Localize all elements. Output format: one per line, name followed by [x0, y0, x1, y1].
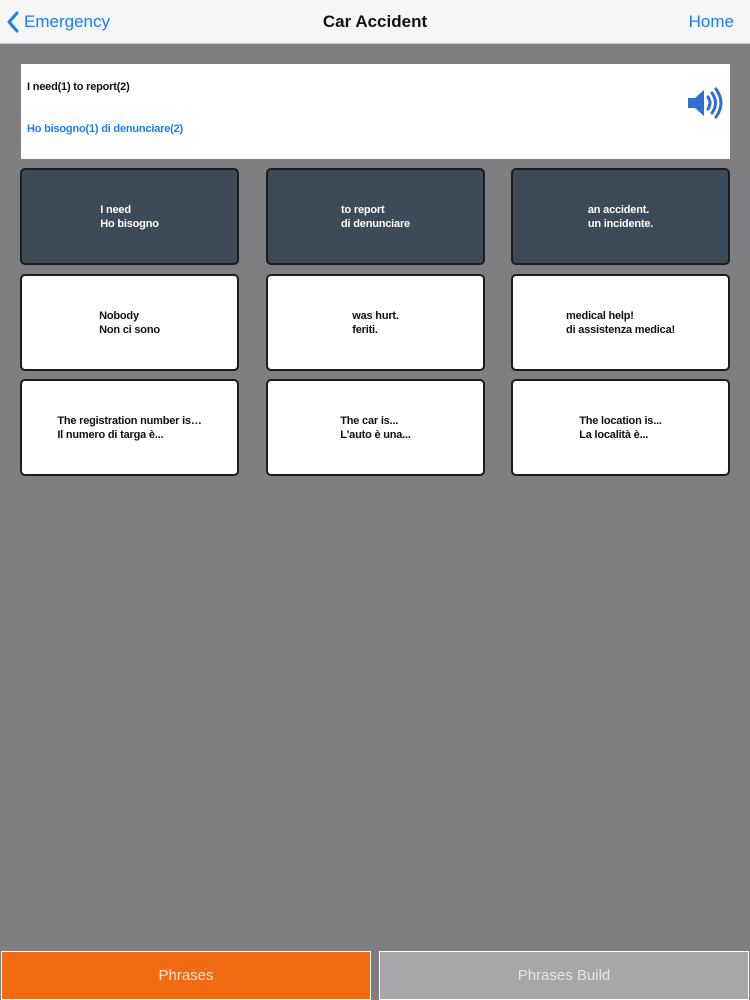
phrase-english: Nobody	[99, 309, 139, 322]
tab-phrases[interactable]: Phrases	[1, 951, 371, 1000]
page-title: Car Accident	[322, 12, 428, 31]
chevron-left-icon	[7, 11, 19, 33]
phrase-card-text: Nobody Non ci sono	[99, 309, 160, 337]
phrase-italian: di denunciare	[341, 217, 410, 230]
phrase-card-text: an accident. un incidente.	[588, 203, 653, 231]
phrase-italian: Il numero di targa è...	[57, 428, 164, 441]
phrase-card[interactable]: an accident. un incidente.	[511, 168, 730, 265]
phrase-english: to report	[341, 203, 385, 216]
phrase-english: The registration number is…	[57, 414, 202, 427]
phrase-card-text: to report di denunciare	[341, 203, 410, 231]
phrase-english: was hurt.	[352, 309, 399, 322]
phrase-card[interactable]: I need Ho bisogno	[20, 168, 239, 265]
navigation-bar: Emergency Car Accident Home	[0, 0, 750, 44]
sentence-english: I need(1) to report(2)	[27, 81, 130, 93]
phrase-italian: di assistenza medica!	[566, 323, 675, 336]
phrase-card[interactable]: The registration number is… Il numero di…	[20, 379, 239, 476]
phrase-italian: La località è...	[579, 428, 649, 441]
home-button[interactable]: Home	[689, 0, 734, 44]
phrase-italian: un incidente.	[587, 217, 654, 230]
sentence-panel: I need(1) to report(2) Ho bisogno(1) di …	[21, 64, 730, 159]
phrase-english: The car is...	[340, 414, 399, 427]
phrase-english: I need	[100, 203, 131, 216]
phrase-english: The location is...	[579, 414, 662, 427]
phrase-card[interactable]: The location is... La località è...	[511, 379, 730, 476]
phrase-italian: feriti.	[352, 323, 378, 336]
phrase-card-text: The registration number is… Il numero di…	[57, 414, 202, 442]
app: Emergency Car Accident Home I need(1) to…	[0, 0, 750, 1000]
phrase-italian: L'auto è una...	[340, 428, 411, 441]
phrase-card-text: medical help! di assistenza medica!	[566, 309, 675, 337]
tab-phrases-build[interactable]: Phrases Build	[379, 951, 749, 1000]
phrase-english: medical help!	[566, 309, 634, 322]
sentence-italian: Ho bisogno(1) di denunciare(2)	[27, 123, 183, 135]
phrase-italian: Ho bisogno	[100, 217, 159, 230]
phrase-card-text: The car is... L'auto è una...	[340, 414, 411, 442]
back-button-label: Emergency	[24, 12, 110, 31]
phrase-card-text: I need Ho bisogno	[100, 203, 159, 231]
back-button[interactable]: Emergency	[6, 0, 110, 44]
speaker-icon[interactable]	[686, 86, 724, 120]
phrase-card[interactable]: was hurt. feriti.	[266, 274, 485, 371]
phrase-card[interactable]: to report di denunciare	[266, 168, 485, 265]
phrase-card[interactable]: Nobody Non ci sono	[20, 274, 239, 371]
phrase-card-text: was hurt. feriti.	[352, 309, 399, 337]
phrase-italian: Non ci sono	[99, 323, 160, 336]
phrase-english: an accident.	[587, 203, 650, 216]
phrase-card[interactable]: The car is... L'auto è una...	[266, 379, 485, 476]
phrase-card[interactable]: medical help! di assistenza medica!	[511, 274, 730, 371]
phrase-card-text: The location is... La località è...	[579, 414, 662, 442]
